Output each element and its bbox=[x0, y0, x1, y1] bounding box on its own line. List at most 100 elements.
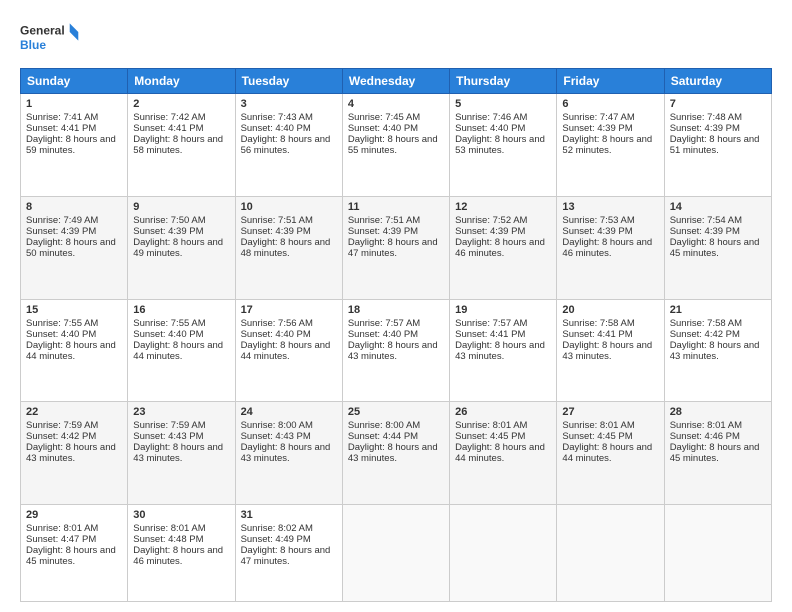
sunset-label: Sunset: 4:42 PM bbox=[26, 431, 96, 442]
sunrise-label: Sunrise: 8:00 AM bbox=[348, 420, 420, 431]
sunset-label: Sunset: 4:41 PM bbox=[455, 329, 525, 340]
calendar-cell: 8Sunrise: 7:49 AMSunset: 4:39 PMDaylight… bbox=[21, 196, 128, 299]
daylight-label: Daylight: 8 hours and 47 minutes. bbox=[241, 545, 331, 567]
calendar-cell: 3 Sunrise: 7:43 AMSunset: 4:40 PMDaylight… bbox=[235, 94, 342, 197]
day-number: 12 bbox=[455, 201, 551, 213]
sunset-label: Sunset: 4:44 PM bbox=[348, 431, 418, 442]
day-number: 19 bbox=[455, 304, 551, 316]
sunset-label: Sunset: 4:39 PM bbox=[562, 123, 632, 134]
calendar-cell: 27Sunrise: 8:01 AMSunset: 4:45 PMDayligh… bbox=[557, 402, 664, 505]
calendar-cell: 16Sunrise: 7:55 AMSunset: 4:40 PMDayligh… bbox=[128, 299, 235, 402]
sunrise-label: Sunrise: 8:00 AM bbox=[241, 420, 313, 431]
day-number: 3 bbox=[241, 98, 337, 110]
calendar-cell: 12Sunrise: 7:52 AMSunset: 4:39 PMDayligh… bbox=[450, 196, 557, 299]
sunset-label: Sunset: 4:40 PM bbox=[241, 123, 311, 134]
day-number: 16 bbox=[133, 304, 229, 316]
sunrise-label: Sunrise: 7:46 AM bbox=[455, 112, 527, 123]
day-number: 7 bbox=[670, 98, 766, 110]
daylight-label: Daylight: 8 hours and 43 minutes. bbox=[562, 340, 652, 362]
day-number: 22 bbox=[26, 406, 122, 418]
sunrise-label: Sunrise: 7:41 AM bbox=[26, 112, 98, 123]
day-number: 31 bbox=[241, 509, 337, 521]
day-number: 15 bbox=[26, 304, 122, 316]
svg-text:General: General bbox=[20, 24, 65, 38]
daylight-label: Daylight: 8 hours and 49 minutes. bbox=[133, 237, 223, 259]
calendar-cell: 21Sunrise: 7:58 AMSunset: 4:42 PMDayligh… bbox=[664, 299, 771, 402]
calendar-cell: 17Sunrise: 7:56 AMSunset: 4:40 PMDayligh… bbox=[235, 299, 342, 402]
sunrise-label: Sunrise: 7:49 AM bbox=[26, 215, 98, 226]
calendar-cell bbox=[557, 505, 664, 602]
day-number: 17 bbox=[241, 304, 337, 316]
sunrise-label: Sunrise: 7:59 AM bbox=[133, 420, 205, 431]
sunrise-label: Sunrise: 7:54 AM bbox=[670, 215, 742, 226]
sunrise-label: Sunrise: 7:55 AM bbox=[26, 318, 98, 329]
col-header-monday: Monday bbox=[128, 69, 235, 94]
col-header-sunday: Sunday bbox=[21, 69, 128, 94]
sunset-label: Sunset: 4:39 PM bbox=[26, 226, 96, 237]
calendar-cell: 5Sunrise: 7:46 AMSunset: 4:40 PMDaylight… bbox=[450, 94, 557, 197]
daylight-label: Daylight: 8 hours and 43 minutes. bbox=[348, 442, 438, 464]
daylight-label: Daylight: 8 hours and 44 minutes. bbox=[455, 442, 545, 464]
sunrise-label: Sunrise: 7:53 AM bbox=[562, 215, 634, 226]
calendar-cell: 14Sunrise: 7:54 AMSunset: 4:39 PMDayligh… bbox=[664, 196, 771, 299]
sunset-label: Sunset: 4:40 PM bbox=[348, 329, 418, 340]
sunset-label: Sunset: 4:49 PM bbox=[241, 534, 311, 545]
day-number: 25 bbox=[348, 406, 444, 418]
sunrise-label: Sunrise: 7:55 AM bbox=[133, 318, 205, 329]
sunset-label: Sunset: 4:41 PM bbox=[26, 123, 96, 134]
daylight-label: Daylight: 8 hours and 44 minutes. bbox=[562, 442, 652, 464]
calendar-cell: 7Sunrise: 7:48 AMSunset: 4:39 PMDaylight… bbox=[664, 94, 771, 197]
sunrise-label: Sunrise: 7:56 AM bbox=[241, 318, 313, 329]
calendar-cell: 13Sunrise: 7:53 AMSunset: 4:39 PMDayligh… bbox=[557, 196, 664, 299]
daylight-label: Daylight: 8 hours and 43 minutes. bbox=[241, 442, 331, 464]
daylight-label: Daylight: 8 hours and 46 minutes. bbox=[455, 237, 545, 259]
sunset-label: Sunset: 4:41 PM bbox=[562, 329, 632, 340]
calendar-cell: 1Sunrise: 7:41 AMSunset: 4:41 PMDaylight… bbox=[21, 94, 128, 197]
daylight-label: Daylight: 8 hours and 43 minutes. bbox=[26, 442, 116, 464]
day-number: 2 bbox=[133, 98, 229, 110]
col-header-friday: Friday bbox=[557, 69, 664, 94]
logo-svg: General Blue bbox=[20, 18, 80, 58]
day-number: 20 bbox=[562, 304, 658, 316]
sunrise-label: Sunrise: 7:52 AM bbox=[455, 215, 527, 226]
calendar-cell bbox=[450, 505, 557, 602]
daylight-label: Daylight: 8 hours and 58 minutes. bbox=[133, 134, 223, 156]
daylight-label: Daylight: 8 hours and 56 minutes. bbox=[241, 134, 331, 156]
sunrise-label: Sunrise: 7:58 AM bbox=[562, 318, 634, 329]
daylight-label: Daylight: 8 hours and 45 minutes. bbox=[26, 545, 116, 567]
sunset-label: Sunset: 4:39 PM bbox=[241, 226, 311, 237]
day-number: 18 bbox=[348, 304, 444, 316]
logo: General Blue bbox=[20, 18, 80, 58]
sunrise-label: Sunrise: 7:58 AM bbox=[670, 318, 742, 329]
calendar-cell: 24Sunrise: 8:00 AMSunset: 4:43 PMDayligh… bbox=[235, 402, 342, 505]
daylight-label: Daylight: 8 hours and 50 minutes. bbox=[26, 237, 116, 259]
daylight-label: Daylight: 8 hours and 45 minutes. bbox=[670, 237, 760, 259]
sunrise-label: Sunrise: 7:51 AM bbox=[348, 215, 420, 226]
daylight-label: Daylight: 8 hours and 51 minutes. bbox=[670, 134, 760, 156]
sunrise-label: Sunrise: 8:02 AM bbox=[241, 523, 313, 534]
calendar-cell: 19Sunrise: 7:57 AMSunset: 4:41 PMDayligh… bbox=[450, 299, 557, 402]
page: General Blue SundayMondayTuesdayWednesda… bbox=[0, 0, 792, 612]
sunset-label: Sunset: 4:39 PM bbox=[670, 226, 740, 237]
sunset-label: Sunset: 4:45 PM bbox=[562, 431, 632, 442]
calendar-cell: 23Sunrise: 7:59 AMSunset: 4:43 PMDayligh… bbox=[128, 402, 235, 505]
sunset-label: Sunset: 4:43 PM bbox=[133, 431, 203, 442]
daylight-label: Daylight: 8 hours and 55 minutes. bbox=[348, 134, 438, 156]
svg-text:Blue: Blue bbox=[20, 38, 46, 52]
sunset-label: Sunset: 4:40 PM bbox=[133, 329, 203, 340]
sunrise-label: Sunrise: 7:43 AM bbox=[241, 112, 313, 123]
col-header-saturday: Saturday bbox=[664, 69, 771, 94]
sunrise-label: Sunrise: 7:57 AM bbox=[455, 318, 527, 329]
calendar-cell: 2Sunrise: 7:42 AMSunset: 4:41 PMDaylight… bbox=[128, 94, 235, 197]
sunset-label: Sunset: 4:43 PM bbox=[241, 431, 311, 442]
calendar-cell: 29Sunrise: 8:01 AMSunset: 4:47 PMDayligh… bbox=[21, 505, 128, 602]
sunrise-label: Sunrise: 8:01 AM bbox=[26, 523, 98, 534]
daylight-label: Daylight: 8 hours and 48 minutes. bbox=[241, 237, 331, 259]
sunrise-label: Sunrise: 7:45 AM bbox=[348, 112, 420, 123]
sunset-label: Sunset: 4:40 PM bbox=[241, 329, 311, 340]
calendar-cell: 18Sunrise: 7:57 AMSunset: 4:40 PMDayligh… bbox=[342, 299, 449, 402]
sunrise-label: Sunrise: 8:01 AM bbox=[562, 420, 634, 431]
daylight-label: Daylight: 8 hours and 43 minutes. bbox=[670, 340, 760, 362]
daylight-label: Daylight: 8 hours and 45 minutes. bbox=[670, 442, 760, 464]
calendar-cell: 22Sunrise: 7:59 AMSunset: 4:42 PMDayligh… bbox=[21, 402, 128, 505]
